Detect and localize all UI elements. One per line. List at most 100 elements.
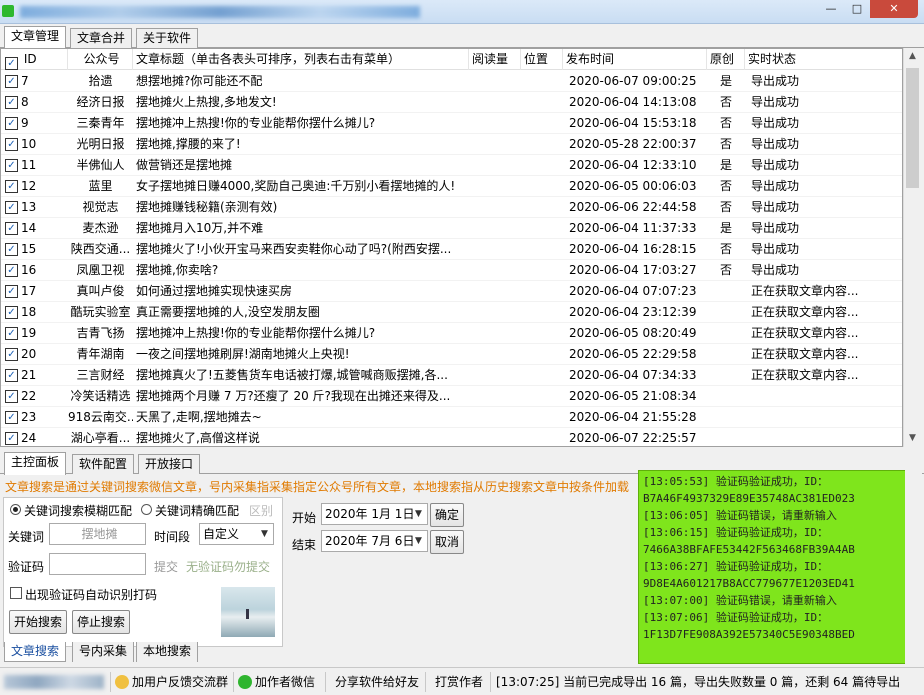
captcha-input[interactable]	[49, 553, 146, 575]
period-select[interactable]: 自定义 ▼	[199, 523, 274, 545]
tab-article-search[interactable]: 文章搜索	[4, 642, 67, 662]
calendar-dropdown-icon[interactable]: ▼	[410, 504, 427, 524]
row-checkbox[interactable]: ✓	[5, 306, 18, 319]
tab-open-api[interactable]: 开放接口	[138, 454, 201, 474]
share-link[interactable]: 分享软件给好友	[335, 673, 419, 691]
col-position[interactable]: 位置	[521, 49, 563, 70]
table-row[interactable]: ✓ 14 麦杰逊 摆地摊月入10万,并不难 2020-06-04 11:37:33 是 导出…	[1, 218, 902, 239]
row-checkbox[interactable]: ✓	[5, 369, 18, 382]
table-scrollbar[interactable]: ▲ ▼	[903, 48, 920, 447]
col-status[interactable]: 实时状态	[745, 49, 902, 70]
cell-original: 否	[719, 179, 732, 193]
table-row[interactable]: ✓ 11 半佛仙人 做营销还是摆地摊 2020-06-04 12:33:10 是 导出成功	[1, 155, 902, 176]
radio-exact-match[interactable]	[141, 504, 152, 515]
table-row[interactable]: ✓ 7 拾遗 想摆地摊?你可能还不配 2020-06-07 09:00:25 是 导出成功	[1, 71, 902, 92]
stop-search-button[interactable]: 停止搜索	[72, 610, 130, 634]
col-id[interactable]: ✓ ID	[1, 49, 68, 70]
end-date-picker[interactable]: 2020年 7月 6日 ▼	[321, 530, 428, 552]
cell-reads	[469, 428, 521, 446]
table-row[interactable]: ✓ 10 光明日报 摆地摊,撑腰的来了! 2020-05-28 22:00:37 否 导出成…	[1, 134, 902, 155]
col-account[interactable]: 公众号	[68, 49, 133, 70]
author-wechat-link[interactable]: 加作者微信	[238, 673, 315, 691]
table-row[interactable]: ✓ 21 三言财经 摆地摊真火了!五菱售货车电话被打爆,城管喊商贩摆摊,各... 202…	[1, 365, 902, 386]
scroll-down-icon[interactable]: ▼	[904, 430, 921, 447]
row-checkbox[interactable]: ✓	[5, 327, 18, 340]
log-line: 7466A38BFAFE53442F563468FB39A4AB	[643, 543, 855, 556]
radio-fuzzy-match[interactable]	[10, 504, 21, 515]
cell-title: 天黑了,走啊,摆地摊去~	[136, 410, 262, 424]
row-checkbox[interactable]: ✓	[5, 411, 18, 424]
col-title[interactable]: 文章标题（单击各表头可排序，列表右击有菜单）	[133, 49, 469, 70]
table-row[interactable]: ✓ 8 经济日报 摆地摊火上热搜,多地发文! 2020-06-04 14:13:08 否 导…	[1, 92, 902, 113]
col-publish-time[interactable]: 发布时间	[563, 49, 707, 70]
cell-status	[751, 386, 902, 407]
feedback-group-link[interactable]: 加用户反馈交流群	[115, 673, 228, 691]
col-reads[interactable]: 阅读量	[469, 49, 521, 70]
cell-id: 23	[21, 410, 37, 424]
start-search-button[interactable]: 开始搜索	[9, 610, 67, 634]
cell-original: 否	[719, 95, 732, 109]
table-row[interactable]: ✓ 17 真叫卢俊 如何通过摆地摊实现快速买房 2020-06-04 07:07:23 正…	[1, 281, 902, 302]
confirm-button[interactable]: 确定	[430, 503, 464, 527]
minimize-button[interactable]: —	[818, 0, 844, 18]
close-button[interactable]: ✕	[870, 0, 918, 18]
table-row[interactable]: ✓ 19 吉青飞扬 摆地摊冲上热搜!你的专业能帮你摆什么摊儿? 2020-06-05 0…	[1, 323, 902, 344]
table-row[interactable]: ✓ 22 冷笑话精选 摆地摊两个月赚 7 万?还瘦了 20 斤?我现在出摊还来得及..…	[1, 386, 902, 407]
table-row[interactable]: ✓ 13 视觉志 摆地摊赚钱秘籍(亲测有效) 2020-06-06 22:44:58 否 导…	[1, 197, 902, 218]
scroll-thumb[interactable]	[906, 68, 919, 188]
table-row[interactable]: ✓ 18 酷玩实验室 真正需要摆地摊的人,没空发朋友圈 2020-06-04 23:12…	[1, 302, 902, 323]
select-all-checkbox[interactable]: ✓	[5, 57, 18, 70]
row-checkbox[interactable]: ✓	[5, 264, 18, 277]
row-checkbox[interactable]: ✓	[5, 96, 18, 109]
cell-reads	[469, 281, 521, 302]
row-checkbox[interactable]: ✓	[5, 180, 18, 193]
row-checkbox[interactable]: ✓	[5, 348, 18, 361]
tip-author-link[interactable]: 打赏作者	[435, 673, 483, 691]
table-row[interactable]: ✓ 9 三秦青年 摆地摊冲上热搜!你的专业能帮你摆什么摊儿? 2020-06-04 15…	[1, 113, 902, 134]
row-checkbox[interactable]: ✓	[5, 285, 18, 298]
cell-account: 蓝里	[88, 179, 113, 193]
cell-publish-time: 2020-06-05 00:06:03	[569, 179, 697, 193]
table-row[interactable]: ✓ 23 918云南交... 天黑了,走啊,摆地摊去~ 2020-06-04 21:55…	[1, 407, 902, 428]
cell-status: 导出成功	[751, 95, 800, 109]
cell-position	[521, 407, 563, 428]
auto-captcha-checkbox[interactable]	[10, 587, 22, 599]
scroll-up-icon[interactable]: ▲	[904, 48, 921, 65]
tab-article-manage[interactable]: 文章管理	[4, 26, 67, 49]
row-checkbox[interactable]: ✓	[5, 243, 18, 256]
row-checkbox[interactable]: ✓	[5, 159, 18, 172]
table-row[interactable]: ✓ 16 凤凰卫视 摆地摊,你卖啥? 2020-06-04 17:03:27 否 导出成功	[1, 260, 902, 281]
tab-article-merge[interactable]: 文章合并	[70, 28, 133, 48]
row-checkbox[interactable]: ✓	[5, 117, 18, 130]
radio-exact-label[interactable]: 关键词精确匹配	[155, 502, 239, 519]
keyword-input[interactable]: 摆地摊	[49, 523, 146, 545]
chevron-down-icon[interactable]: ▼	[256, 524, 273, 544]
captcha-submit-button[interactable]: 提交	[154, 558, 178, 575]
tab-about[interactable]: 关于软件	[136, 28, 199, 48]
tab-software-config[interactable]: 软件配置	[72, 454, 135, 474]
row-checkbox[interactable]: ✓	[5, 201, 18, 214]
log-line: [13:06:15] 验证码验证成功，ID：	[643, 526, 829, 539]
cell-publish-time: 2020-06-04 14:13:08	[569, 95, 697, 109]
table-row[interactable]: ✓ 24 湖心亭看... 摆地摊火了,高僧这样说 2020-06-07 22:25:57	[1, 428, 902, 446]
tab-local-search[interactable]: 本地搜索	[136, 642, 199, 662]
distinguish-link[interactable]: 区别	[249, 502, 273, 519]
tab-main-panel[interactable]: 主控面板	[4, 452, 67, 475]
row-checkbox[interactable]: ✓	[5, 75, 18, 88]
tab-account-collect[interactable]: 号内采集	[72, 642, 135, 662]
log-scrollbar[interactable]	[905, 470, 922, 664]
row-checkbox[interactable]: ✓	[5, 432, 18, 445]
row-checkbox[interactable]: ✓	[5, 390, 18, 403]
row-checkbox[interactable]: ✓	[5, 138, 18, 151]
radio-fuzzy-label[interactable]: 关键词搜索模糊匹配	[24, 502, 132, 519]
maximize-button[interactable]: □	[844, 0, 870, 18]
cancel-button[interactable]: 取消	[430, 530, 464, 554]
table-row[interactable]: ✓ 20 青年湖南 一夜之间摆地摊刷屏!湖南地摊火上央视! 2020-06-05 22:…	[1, 344, 902, 365]
row-checkbox[interactable]: ✓	[5, 222, 18, 235]
col-original[interactable]: 原创	[707, 49, 745, 70]
auto-captcha-label[interactable]: 出现验证码自动识别打码	[25, 586, 157, 603]
table-row[interactable]: ✓ 12 蓝里 女子摆地摊日赚4000,奖励自己奥迪:千万别小看摆地摊的人! 2020-…	[1, 176, 902, 197]
calendar-dropdown-icon[interactable]: ▼	[410, 531, 427, 551]
start-date-picker[interactable]: 2020年 1月 1日 ▼	[321, 503, 428, 525]
table-row[interactable]: ✓ 15 陕西交通... 摆地摊火了!小伙开宝马来西安卖鞋你心动了吗?(附西安摆...…	[1, 239, 902, 260]
